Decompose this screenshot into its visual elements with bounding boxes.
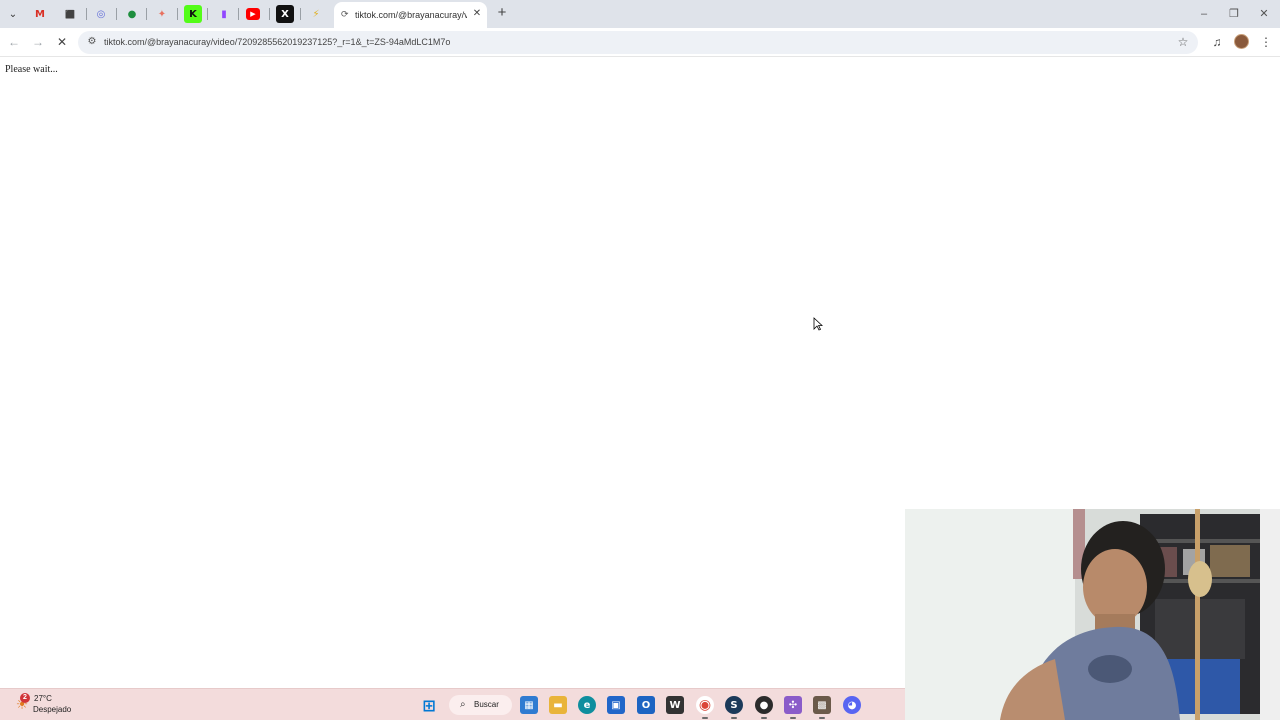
- weather-temperature: 27°C: [34, 694, 52, 703]
- taskbar-chrome[interactable]: ◉: [696, 696, 714, 714]
- bolt-icon: ⚡: [312, 8, 320, 20]
- site-info-icon[interactable]: ⚙: [85, 35, 99, 49]
- stop-loading-button[interactable]: ✕: [54, 34, 70, 50]
- obs-icon: ●: [759, 699, 769, 711]
- pinned-tab-extension[interactable]: ⬛: [61, 5, 79, 23]
- pinned-tab-green-app[interactable]: ●: [123, 5, 141, 23]
- taskbar: ☀ 2 27°C Despejado ⊞ ⌕ Buscar ▦ ▬ e ▣ O …: [0, 688, 905, 720]
- purple-app-running-indicator: [790, 717, 796, 719]
- pinned-tab-kick[interactable]: K: [184, 5, 202, 23]
- pinned-tab-gmail[interactable]: M: [31, 5, 49, 23]
- discord-icon: ◕: [847, 699, 857, 711]
- tab-separator: [86, 8, 87, 20]
- x-icon: X: [281, 8, 289, 20]
- obs-running-indicator: [761, 717, 767, 719]
- pinned-tab-circle-app[interactable]: ◎: [92, 5, 110, 23]
- tab-separator: [177, 8, 178, 20]
- new-tab-button[interactable]: +: [494, 5, 510, 21]
- tab-separator: [238, 8, 239, 20]
- weather-condition: Despejado: [33, 705, 72, 714]
- taskbar-outlook[interactable]: O: [637, 696, 655, 714]
- image-app-icon: ▩: [817, 699, 827, 711]
- pinned-tab-yellow-app[interactable]: ⚡: [307, 5, 325, 23]
- close-window-button[interactable]: ✕: [1256, 6, 1272, 22]
- circle-app-icon: ◎: [96, 8, 106, 20]
- youtube-icon: ▶: [250, 10, 256, 18]
- butterfly-icon: ✦: [157, 8, 167, 20]
- search-icon: ⌕: [460, 699, 466, 710]
- store-icon: ▣: [611, 699, 621, 711]
- minimize-button[interactable]: –: [1196, 6, 1212, 22]
- taskbar-obs[interactable]: ●: [755, 696, 773, 714]
- green-app-icon: ●: [127, 8, 137, 20]
- pinned-tab-x[interactable]: X: [276, 5, 294, 23]
- taskbar-search[interactable]: ⌕ Buscar: [449, 695, 512, 715]
- tab-separator: [146, 8, 147, 20]
- pinned-tab-youtube[interactable]: ▶: [246, 8, 260, 20]
- chrome-icon: ◉: [698, 697, 712, 713]
- bookmark-star-icon[interactable]: ☆: [1176, 35, 1190, 49]
- chrome-running-indicator: [702, 717, 708, 719]
- tab-search-chevron-icon[interactable]: ⌄: [5, 6, 21, 22]
- webcam-image: [905, 509, 1280, 720]
- url-text[interactable]: tiktok.com/@brayanacuray/video/720928556…: [104, 36, 450, 49]
- back-button[interactable]: ←: [6, 34, 22, 50]
- pinned-tab-butterfly-app[interactable]: ✦: [153, 5, 171, 23]
- browser-toolbar: ← → ✕ ⚙ tiktok.com/@brayanacuray/video/7…: [0, 28, 1280, 57]
- taskbar-app-v[interactable]: W: [666, 696, 684, 714]
- extension-icon: ⬛: [65, 9, 75, 19]
- notification-badge: 2: [20, 693, 30, 703]
- start-button[interactable]: ⊞: [420, 695, 438, 715]
- loading-favicon-icon: ⟳: [341, 9, 349, 19]
- tab-separator: [116, 8, 117, 20]
- menu-kebab-icon[interactable]: ⋮: [1258, 34, 1274, 50]
- edge-icon: e: [583, 699, 591, 711]
- tab-separator: [269, 8, 270, 20]
- folder-icon: ▬: [553, 699, 563, 711]
- kick-icon: K: [189, 8, 197, 20]
- address-bar[interactable]: ⚙ tiktok.com/@brayanacuray/video/7209285…: [78, 31, 1198, 54]
- webcam-overlay: [905, 509, 1280, 720]
- taskbar-store[interactable]: ▣: [607, 696, 625, 714]
- steam-running-indicator: [731, 717, 737, 719]
- search-label: Buscar: [474, 700, 499, 709]
- image-app-running-indicator: [819, 717, 825, 719]
- steam-icon: S: [730, 699, 738, 711]
- active-tab[interactable]: ⟳ tiktok.com/@brayanacuray/vid ✕: [334, 2, 487, 28]
- gmail-icon: M: [35, 8, 45, 20]
- taskbar-steam[interactable]: S: [725, 696, 743, 714]
- taskbar-app-purple[interactable]: ✣: [784, 696, 802, 714]
- v-app-icon: W: [669, 699, 681, 711]
- taskbar-app-image[interactable]: ▩: [813, 696, 831, 714]
- forward-button[interactable]: →: [30, 34, 46, 50]
- outlook-icon: O: [641, 699, 651, 711]
- tab-separator: [207, 8, 208, 20]
- taskbar-file-explorer[interactable]: ▬: [549, 696, 567, 714]
- windows-start-icon: ⊞: [422, 695, 436, 715]
- taskbar-widgets[interactable]: ▦: [520, 696, 538, 714]
- taskbar-discord[interactable]: ◕: [843, 696, 861, 714]
- restore-button[interactable]: ❐: [1226, 6, 1242, 22]
- mouse-cursor-icon: [813, 317, 823, 331]
- media-control-icon[interactable]: ♫: [1209, 34, 1225, 50]
- loading-message: Please wait...: [5, 64, 58, 75]
- pinned-tab-twitch[interactable]: ▮: [215, 5, 233, 23]
- profile-avatar[interactable]: [1234, 34, 1249, 49]
- purple-app-icon: ✣: [788, 699, 798, 711]
- tab-separator: [300, 8, 301, 20]
- taskbar-edge[interactable]: e: [578, 696, 596, 714]
- twitch-icon: ▮: [221, 8, 227, 20]
- tab-close-icon[interactable]: ✕: [471, 8, 483, 20]
- tab-title: tiktok.com/@brayanacuray/vid: [355, 10, 467, 20]
- widgets-icon: ▦: [524, 699, 534, 711]
- tab-strip: ⌄ M ⬛ ◎ ● ✦ K ▮ ▶ X ⚡ ⟳ tiktok.com/@bray…: [0, 0, 1280, 28]
